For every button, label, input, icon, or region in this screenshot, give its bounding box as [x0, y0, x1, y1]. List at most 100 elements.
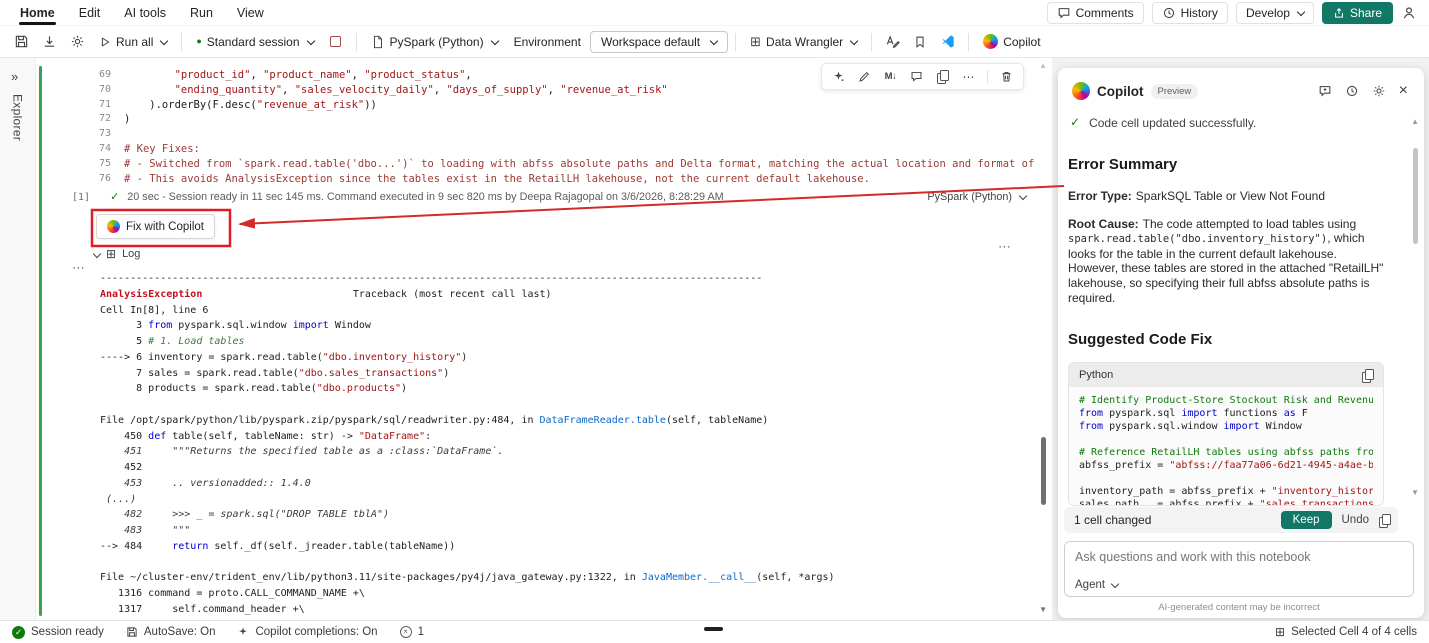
code-text: ).orderBy(F.desc("revenue_at_risk"))	[124, 98, 377, 113]
menu-tab-view[interactable]: View	[225, 3, 276, 23]
fix-with-copilot-button[interactable]: Fix with Copilot	[96, 214, 215, 239]
more-options-icon[interactable]: ⋯	[998, 240, 1012, 253]
preview-badge: Preview	[1151, 84, 1199, 99]
menu-tab-edit[interactable]: Edit	[67, 3, 113, 23]
comment-icon	[1057, 6, 1071, 20]
output-line: File /opt/spark/python/lib/pyspark.zip/p…	[100, 413, 1040, 429]
settings-gear-icon[interactable]	[1372, 84, 1386, 98]
fix-with-copilot-label: Fix with Copilot	[126, 221, 204, 233]
copy-code-icon[interactable]	[1362, 369, 1373, 382]
code-text: # Key Fixes:	[124, 142, 200, 157]
scroll-down-icon[interactable]: ▼	[1411, 489, 1419, 497]
comments-button[interactable]: Comments	[1047, 2, 1144, 24]
explorer-label[interactable]: Explorer	[11, 94, 25, 141]
taskbar-hint-bar	[704, 627, 723, 631]
output-line: ----------------------------------------…	[100, 271, 1040, 287]
output-line: 450 def table(self, tableName: str) -> "…	[100, 429, 1040, 445]
vscode-icon[interactable]	[935, 30, 961, 54]
language-selector[interactable]: PySpark (Python)	[364, 31, 505, 53]
agent-selector[interactable]: Agent	[1075, 579, 1118, 591]
more-options-icon[interactable]: ⋯	[72, 261, 86, 274]
line-number: 74	[36, 142, 124, 157]
account-icon[interactable]	[1401, 5, 1417, 21]
log-section-toggle[interactable]: ⊞ Log	[94, 248, 140, 260]
comment-icon[interactable]	[909, 69, 924, 84]
expand-explorer-icon[interactable]: »	[11, 70, 18, 83]
cells-changed-label: 1 cell changed	[1074, 513, 1151, 527]
scroll-up-icon[interactable]: ▲	[1411, 118, 1419, 126]
vertical-scrollbar-thumb[interactable]	[1041, 437, 1046, 505]
edit-pen-icon[interactable]	[857, 69, 872, 84]
menu-tab-home[interactable]: Home	[8, 3, 67, 23]
environment-label: Environment	[514, 35, 581, 49]
environment-button[interactable]: Environment	[507, 31, 588, 53]
cell-kernel-selector[interactable]: PySpark (Python)	[927, 191, 1026, 203]
chevron-down-icon	[1019, 192, 1027, 200]
menu-tab-run[interactable]: Run	[178, 3, 225, 23]
copy-cell-icon[interactable]	[935, 69, 950, 84]
close-icon[interactable]: ×	[1399, 83, 1408, 99]
data-wrangler-button[interactable]: ⊞ Data Wrangler	[743, 31, 864, 53]
develop-button[interactable]: Develop	[1236, 2, 1314, 24]
scroll-up-icon[interactable]: ▲	[1039, 62, 1047, 70]
explorer-rail: » Explorer	[0, 58, 36, 620]
divider	[871, 33, 872, 51]
history-button[interactable]: History	[1152, 2, 1228, 24]
undo-button[interactable]: Undo	[1342, 514, 1370, 526]
copilot-input-box[interactable]: Agent	[1064, 541, 1414, 597]
copilot-toolbar-button[interactable]: Copilot	[976, 30, 1047, 53]
delete-cell-icon[interactable]	[999, 69, 1014, 84]
code-language-label: Python	[1079, 369, 1113, 381]
cells-changed-bar: 1 cell changed Keep Undo	[1064, 507, 1398, 533]
divider	[356, 33, 357, 51]
vertical-scrollbar-thumb[interactable]	[1413, 148, 1418, 244]
run-all-button[interactable]: Run all	[92, 31, 174, 53]
bookmark-icon[interactable]	[907, 30, 933, 54]
save-icon[interactable]	[8, 30, 34, 54]
copilot-icon	[107, 220, 120, 233]
copilot-input[interactable]	[1065, 542, 1413, 576]
suggested-code-lines: # Identify Product-Store Stockout Risk a…	[1069, 387, 1383, 505]
new-chat-icon[interactable]	[1318, 84, 1332, 98]
log-label: Log	[122, 248, 140, 260]
workspace-label: Workspace default	[601, 35, 700, 49]
code-line: 76# - This avoids AnalysisException sinc…	[36, 172, 1038, 187]
more-options-icon[interactable]: ⋯	[961, 69, 976, 84]
copilot-completions-toggle[interactable]: Copilot completions: On	[237, 626, 377, 638]
settings-gear-icon[interactable]	[64, 30, 90, 54]
output-line: (...)	[100, 492, 1040, 508]
execution-count: [1]	[72, 192, 90, 203]
keep-button[interactable]: Keep	[1281, 511, 1332, 529]
session-selector[interactable]: ● Standard session	[189, 31, 320, 53]
menu-tab-ai-tools[interactable]: AI tools	[112, 3, 178, 23]
chevron-down-icon	[93, 250, 101, 258]
copy-diff-icon[interactable]	[1379, 514, 1390, 527]
suggested-code-line	[1079, 433, 1373, 446]
line-number: 72	[36, 112, 124, 127]
cell-selection-status: ⊞ Selected Cell 4 of 4 cells	[1275, 626, 1417, 638]
scroll-down-icon[interactable]: ▼	[1039, 606, 1047, 614]
error-count[interactable]: × 1	[400, 626, 424, 638]
output-line: 1316 command = proto.CALL_COMMAND_NAME +…	[100, 586, 1040, 602]
share-button[interactable]: Share	[1322, 2, 1393, 24]
copilot-icon	[1072, 82, 1090, 100]
history-icon[interactable]	[1345, 84, 1359, 98]
suggested-code-line	[1079, 472, 1373, 485]
magic-wand-icon[interactable]	[831, 69, 846, 84]
chevron-down-icon	[1297, 7, 1305, 15]
agent-label: Agent	[1075, 579, 1105, 591]
autosave-toggle[interactable]: AutoSave: On	[126, 626, 216, 638]
suggested-code-line: abfss_prefix = "abfss://faa77a06-6d21-49…	[1079, 459, 1373, 472]
edit-text-icon[interactable]	[879, 30, 905, 54]
code-block-header: Python	[1069, 363, 1383, 387]
suggested-code-line: # Identify Product-Store Stockout Risk a…	[1079, 394, 1373, 407]
export-icon[interactable]	[36, 30, 62, 54]
markdown-icon[interactable]: M↓	[883, 69, 898, 84]
output-line: 8 products = spark.read.table("dbo.produ…	[100, 381, 1040, 397]
success-message: Code cell updated successfully.	[1089, 116, 1256, 130]
stop-session-icon[interactable]	[323, 30, 349, 54]
workspace-selector[interactable]: Workspace default	[590, 31, 728, 53]
text-segment: The code attempted to load tables using	[1143, 217, 1356, 231]
code-text: "product_id", "product_name", "product_s…	[124, 68, 472, 83]
copilot-panel-footer: 1 cell changed Keep Undo Agent AI-genera…	[1058, 507, 1424, 613]
